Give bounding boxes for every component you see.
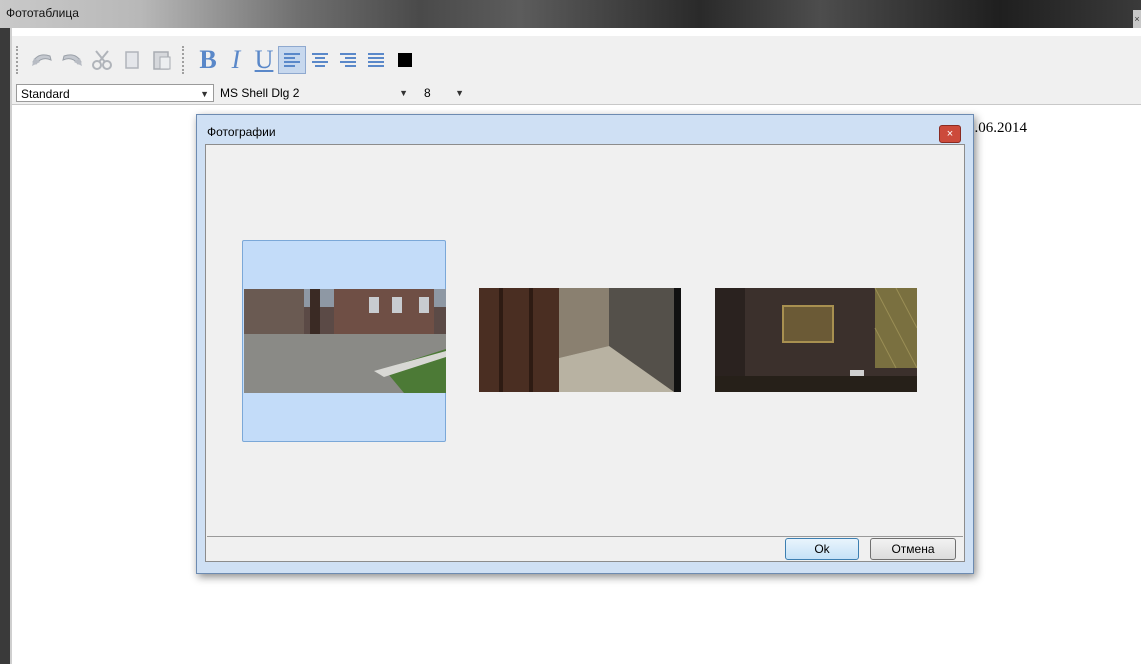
style-combo[interactable]: Standard ▼: [16, 84, 214, 102]
dialog-title: Фотографии: [207, 125, 276, 139]
align-right-icon: [340, 53, 356, 67]
underline-button[interactable]: U: [250, 45, 278, 75]
align-center-button[interactable]: [306, 46, 334, 74]
window-title: Фототаблица: [6, 6, 79, 20]
window-close-button[interactable]: ×: [1133, 10, 1141, 28]
photo-item-2[interactable]: [478, 240, 682, 442]
document-date: 3.06.2014: [967, 120, 1027, 136]
align-left-button[interactable]: [278, 46, 306, 74]
photo-item-3[interactable]: [714, 240, 918, 442]
left-frame: [0, 28, 12, 664]
photo-list: [207, 146, 963, 537]
dialog-close-button[interactable]: ×: [939, 125, 961, 143]
toolbar-grip[interactable]: [16, 46, 22, 74]
style-combo-value: Standard: [21, 87, 70, 101]
cut-button[interactable]: [88, 46, 116, 74]
photo-item-1[interactable]: [242, 240, 446, 442]
photo-building-exterior: [244, 289, 446, 393]
photos-dialog: Фотографии × Ok Отмена: [196, 114, 974, 574]
align-justify-button[interactable]: [362, 46, 390, 74]
size-combo-value: 8: [424, 86, 431, 100]
toolbar-separator: [182, 46, 188, 74]
window-title-bar: Фототаблица ×: [0, 0, 1141, 28]
align-right-button[interactable]: [334, 46, 362, 74]
paste-icon: [153, 51, 171, 70]
cut-icon: [92, 50, 112, 70]
paste-button[interactable]: [148, 46, 176, 74]
redo-icon: [62, 54, 82, 66]
copy-button[interactable]: [118, 46, 146, 74]
size-combo[interactable]: 8 ▼: [420, 84, 472, 102]
align-left-icon: [284, 53, 300, 67]
ok-button[interactable]: Ok: [785, 538, 859, 560]
font-combo-value: MS Shell Dlg 2: [220, 86, 300, 100]
chevron-down-icon: ▼: [200, 89, 209, 99]
copy-icon: [125, 51, 139, 69]
cancel-button[interactable]: Отмена: [870, 538, 956, 560]
dialog-body: Ok Отмена: [205, 144, 965, 562]
align-center-icon: [312, 53, 328, 67]
chevron-down-icon: ▼: [455, 88, 464, 98]
formatting-toolbar: B I U: [12, 36, 1141, 85]
photo-door-corridor: [479, 288, 681, 392]
bold-button[interactable]: B: [194, 45, 222, 75]
undo-icon: [32, 54, 52, 66]
text-color-button[interactable]: [398, 53, 412, 67]
photo-room-interior: [715, 288, 917, 392]
undo-button[interactable]: [28, 46, 56, 74]
align-justify-icon: [368, 53, 384, 67]
redo-button[interactable]: [58, 46, 86, 74]
chevron-down-icon: ▼: [399, 88, 408, 98]
italic-button[interactable]: I: [222, 45, 250, 75]
